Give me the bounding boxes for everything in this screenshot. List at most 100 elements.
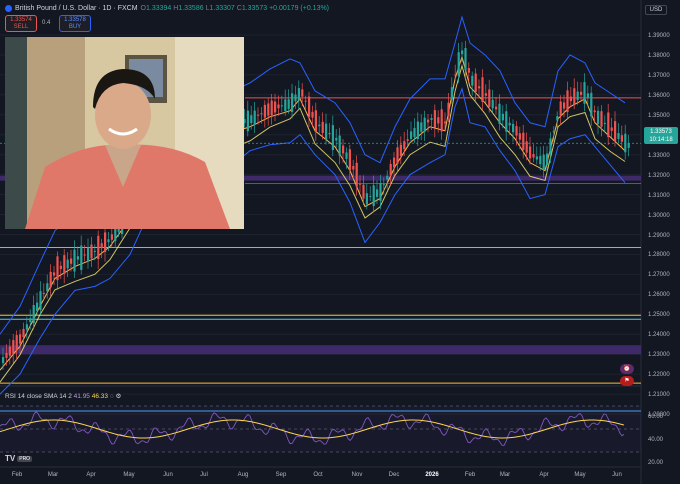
candle-body — [488, 89, 491, 107]
candle-body — [471, 75, 474, 86]
rsi-axis-label: 60.00 — [648, 414, 664, 420]
candle-body — [304, 100, 307, 102]
candle-body — [331, 125, 334, 150]
candle-body — [36, 302, 39, 311]
candle-body — [454, 74, 457, 76]
settings-icon[interactable]: ⚙ — [116, 393, 122, 400]
candle-body — [478, 86, 481, 89]
tradingview-logo[interactable]: TV PRO — [5, 454, 39, 463]
candle-body — [569, 96, 572, 102]
price-axis-label: 1.27000 — [648, 272, 670, 279]
candle-body — [90, 244, 93, 259]
webcam-overlay — [5, 37, 244, 229]
price-axis-label: 1.37000 — [648, 72, 670, 79]
candle-body — [491, 99, 494, 109]
sell-price: 1.33574 — [10, 17, 32, 23]
candle-body — [505, 111, 508, 132]
candle-body — [15, 335, 18, 351]
time-axis-label: May — [574, 472, 586, 478]
candle-body — [253, 110, 256, 126]
candle-body — [450, 87, 453, 100]
candle-body — [100, 243, 103, 249]
last-price-tag: 1.33573 10:14:18 — [644, 127, 678, 144]
time-axis-label: Mar — [47, 472, 59, 478]
candle-body — [19, 334, 22, 344]
candle-body — [627, 142, 630, 148]
candle-body — [590, 92, 593, 117]
candle-body — [559, 101, 562, 116]
price-axis-label: 1.33000 — [648, 152, 670, 159]
candle-body — [413, 127, 416, 138]
candle-body — [566, 90, 569, 113]
candle-body — [12, 340, 15, 354]
rsi-value: 41.95 — [73, 393, 90, 400]
pro-badge: PRO — [17, 455, 33, 462]
candle-body — [535, 156, 538, 160]
candle-body — [420, 122, 423, 132]
candle-body — [250, 115, 253, 124]
time-axis-label: Oct — [313, 472, 323, 478]
visibility-icon[interactable]: ◌ — [110, 393, 114, 400]
price-axis-label: 1.24000 — [648, 332, 670, 339]
time-axis-label: 2026 — [425, 472, 439, 478]
candle-body — [512, 123, 515, 133]
candle-body — [107, 239, 110, 243]
candle-body — [104, 232, 107, 252]
candle-body — [580, 91, 583, 95]
candle-body — [308, 96, 311, 117]
webcam-person-image — [5, 37, 244, 229]
candle-body — [359, 183, 362, 185]
candle-body — [355, 162, 358, 187]
candle-body — [440, 109, 443, 132]
candle-body — [563, 102, 566, 109]
low-value: 1.33307 — [209, 5, 235, 12]
candle-body — [389, 163, 392, 176]
price-axis-label: 1.39000 — [648, 33, 670, 39]
currency-selector[interactable]: USD — [645, 5, 667, 15]
candle-body — [32, 305, 35, 324]
candle-body — [291, 93, 294, 113]
flag-icon[interactable]: ⚑ — [620, 376, 634, 386]
price-axis-label: 1.26000 — [648, 292, 670, 299]
candle-body — [532, 154, 535, 158]
buy-label: BUY — [68, 24, 82, 30]
buy-button[interactable]: 1.33578 BUY — [59, 15, 91, 32]
candle-body — [246, 110, 249, 132]
candle-body — [620, 135, 623, 142]
candle-body — [25, 324, 28, 330]
demand-zone — [0, 345, 641, 355]
candle-body — [382, 184, 385, 186]
price-axis-label: 1.22000 — [648, 372, 670, 379]
price-axis-label: 1.38000 — [648, 52, 670, 59]
alert-icon[interactable]: ⏰ — [620, 364, 634, 374]
candle-body — [467, 68, 470, 73]
candle-body — [437, 117, 440, 124]
candle-body — [338, 135, 341, 156]
candle-body — [110, 234, 113, 240]
candle-body — [301, 89, 304, 97]
rsi-legend[interactable]: RSI 14 close SMA 14 2 41.95 46.33 ◌ ⚙ — [5, 392, 121, 400]
candle-body — [49, 271, 52, 288]
candle-body — [365, 193, 368, 205]
candle-body — [607, 112, 610, 138]
candle-body — [552, 130, 555, 133]
time-axis-label: Dec — [388, 472, 400, 478]
spread-value: 0.4 — [42, 20, 51, 26]
time-axis-label: Apr — [539, 472, 549, 478]
candle-body — [87, 247, 90, 262]
candle-body — [263, 104, 266, 118]
sell-label: SELL — [13, 24, 29, 30]
symbol-title[interactable]: British Pound / U.S. Dollar · 1D · FXCM — [15, 5, 138, 12]
close-value: 1.33573 — [241, 5, 268, 12]
candle-body — [433, 110, 436, 128]
candle-body — [42, 292, 45, 294]
candle-body — [396, 147, 399, 164]
price-axis-label: 1.25000 — [648, 312, 670, 319]
candle-body — [484, 93, 487, 96]
candle-body — [274, 101, 277, 113]
candle-body — [97, 235, 100, 260]
candle-body — [294, 94, 297, 102]
candle-body — [284, 99, 287, 112]
candle-body — [29, 318, 32, 323]
sell-button[interactable]: 1.33574 SELL — [5, 15, 37, 32]
